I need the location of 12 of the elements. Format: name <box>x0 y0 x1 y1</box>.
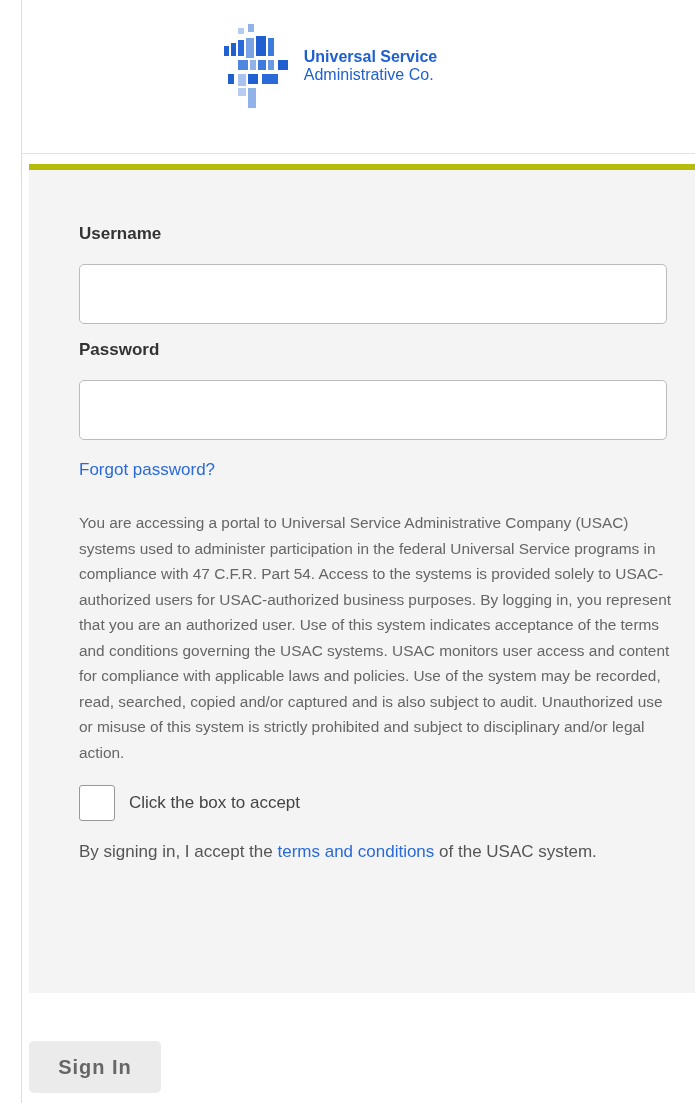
terms-text: By signing in, I accept the terms and conditions of the USAC system. <box>79 841 598 863</box>
username-label: Username <box>79 224 163 244</box>
logo-subtitle: Administrative Co. <box>303 66 435 84</box>
password-field[interactable] <box>79 380 667 440</box>
password-label: Password <box>79 340 161 360</box>
accept-label: Click the box to accept <box>129 793 301 813</box>
username-field[interactable] <box>79 264 667 324</box>
accept-checkbox[interactable] <box>79 785 115 821</box>
terms-link[interactable]: terms and conditions <box>277 842 435 861</box>
logo-title: Universal Service <box>303 48 438 66</box>
forgot-password-link[interactable]: Forgot password? <box>79 460 216 480</box>
legal-notice: You are accessing a portal to Universal Service Administrative Company (USAC) systems used to administer participation in the federal Universal Service programs in compliance with 47 C.F.R. Part 54. Access to the systems is provided solely to USAC-authorized users for USAC-authorized business purposes. By logging in, you represent that you are an authorized user. Use of this system indicates acceptance of the terms and conditions governing the USAC systems. USAC monitors user access and content for compliance with applicable laws and policies. Use of the system may be recorded, read, searched, copied and/or captured and is also subject to audit. Unauthorized use or misuse of this system is strictly prohibited and subject to disciplinary and/or legal action. <box>79 513 671 763</box>
